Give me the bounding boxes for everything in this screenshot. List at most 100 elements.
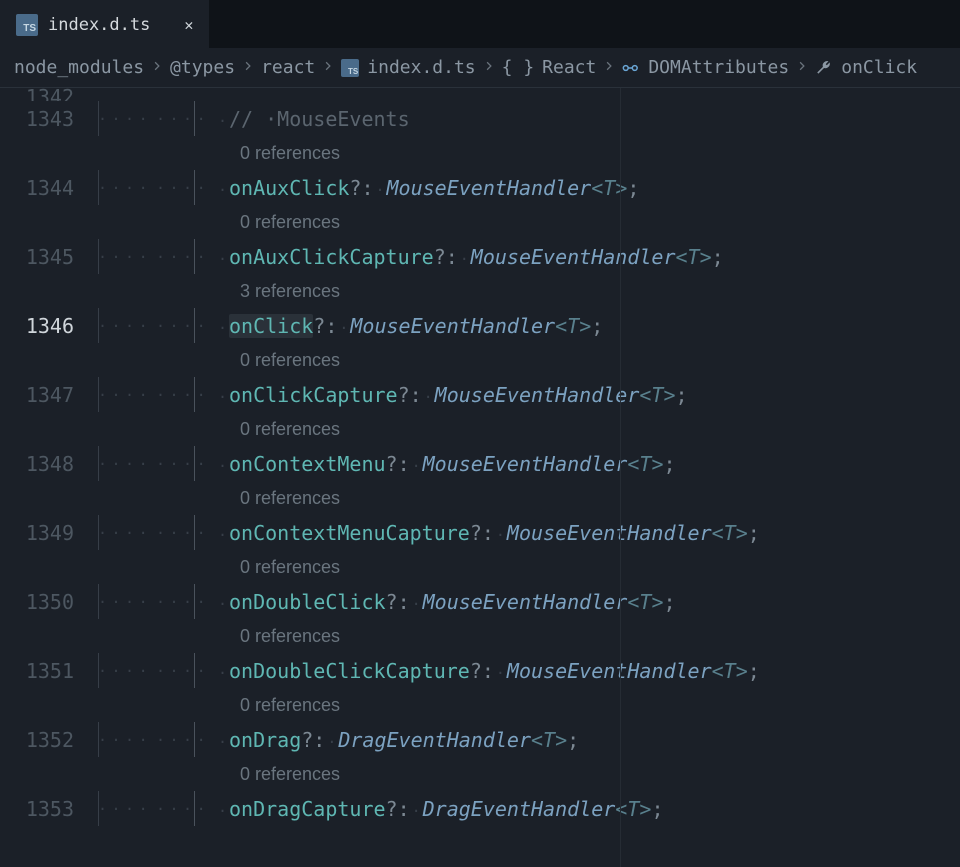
- type-name: MouseEventHandler: [350, 314, 555, 338]
- property-name: onClickCapture: [229, 383, 398, 407]
- code-line[interactable]: 1344·········onAuxClick?: ·MouseEventHan…: [0, 170, 960, 205]
- codelens-references[interactable]: 0 references: [0, 757, 960, 791]
- indent-guides: ········: [98, 584, 216, 619]
- breadcrumb-item[interactable]: node_modules: [14, 57, 144, 78]
- codelens-references[interactable]: 0 references: [0, 619, 960, 653]
- type-name: MouseEventHandler: [471, 245, 676, 269]
- indent-guides: ········: [98, 722, 216, 757]
- breadcrumb: node_modules @types react TS index.d.ts { } Re…: [0, 48, 960, 88]
- indent-guides: ········: [98, 377, 216, 412]
- braces-icon: { }: [502, 57, 535, 78]
- property-name: onAuxClick: [229, 176, 349, 200]
- type-name: MouseEventHandler: [423, 452, 628, 476]
- type-name: MouseEventHandler: [507, 521, 712, 545]
- code-content: ·// ·MouseEvents: [216, 107, 410, 131]
- code-line[interactable]: 1349·········onContextMenuCapture?: ·Mou…: [0, 515, 960, 550]
- line-number: 1344: [0, 176, 98, 200]
- codelens-references[interactable]: 3 references: [0, 274, 960, 308]
- breadcrumb-separator-icon: [243, 60, 253, 75]
- breadcrumb-separator-icon: [484, 60, 494, 75]
- codelens-references[interactable]: 0 references: [0, 343, 960, 377]
- indent-guides: ········: [98, 239, 216, 274]
- editor-ruler: [620, 88, 621, 867]
- breadcrumb-separator-icon: [604, 60, 614, 75]
- code-content: ·onDoubleClick?: ·MouseEventHandler<T>;: [216, 590, 676, 614]
- tab-filename: index.d.ts: [48, 15, 150, 35]
- code-content: ·onAuxClickCapture?: ·MouseEventHandler<…: [216, 245, 724, 269]
- code-content: ·onClickCapture?: ·MouseEventHandler<T>;: [216, 383, 688, 407]
- codelens-references[interactable]: 0 references: [0, 412, 960, 446]
- tab-bar: TS index.d.ts ✕: [0, 0, 960, 48]
- code-content: ·onDragCapture?: ·DragEventHandler<T>;: [216, 797, 663, 821]
- code-content: ·onDrag?: ·DragEventHandler<T>;: [216, 728, 579, 752]
- wrench-icon: [815, 59, 833, 77]
- code-content: ·onAuxClick?: ·MouseEventHandler<T>;: [216, 176, 639, 200]
- typescript-icon: TS: [16, 14, 38, 36]
- code-line-partial: 1342: [0, 88, 960, 101]
- code-content: ·onDoubleClickCapture?: ·MouseEventHandl…: [216, 659, 760, 683]
- code-line[interactable]: 1343·········// ·MouseEvents: [0, 101, 960, 136]
- line-number: 1349: [0, 521, 98, 545]
- indent-guides: ········: [98, 515, 216, 550]
- line-number: 1345: [0, 245, 98, 269]
- breadcrumb-separator-icon: [323, 60, 333, 75]
- code-line[interactable]: 1348·········onContextMenu?: ·MouseEvent…: [0, 446, 960, 481]
- property-name: onClick: [229, 314, 313, 338]
- code-content: ·onContextMenuCapture?: ·MouseEventHandl…: [216, 521, 760, 545]
- typescript-icon: TS: [341, 59, 359, 77]
- property-name: onDoubleClickCapture: [229, 659, 470, 683]
- line-number: 1343: [0, 107, 98, 131]
- breadcrumb-item[interactable]: DOMAttributes: [648, 57, 789, 78]
- close-icon[interactable]: ✕: [184, 16, 193, 34]
- line-number: 1348: [0, 452, 98, 476]
- code-content: ·onClick?: ·MouseEventHandler<T>;: [216, 314, 603, 338]
- line-number: 1342: [0, 93, 98, 101]
- breadcrumb-item[interactable]: react: [261, 57, 315, 78]
- code-content: ·onContextMenu?: ·MouseEventHandler<T>;: [216, 452, 676, 476]
- codelens-references[interactable]: 0 references: [0, 550, 960, 584]
- indent-guides: ········: [98, 101, 216, 136]
- line-number: 1352: [0, 728, 98, 752]
- type-name: MouseEventHandler: [507, 659, 712, 683]
- property-name: onDoubleClick: [229, 590, 386, 614]
- type-name: MouseEventHandler: [387, 176, 592, 200]
- breadcrumb-separator-icon: [797, 60, 807, 75]
- breadcrumb-separator-icon: [152, 60, 162, 75]
- property-name: onContextMenuCapture: [229, 521, 470, 545]
- line-number: 1351: [0, 659, 98, 683]
- indent-guides: ········: [98, 308, 216, 343]
- line-number: 1350: [0, 590, 98, 614]
- tab-active[interactable]: TS index.d.ts ✕: [0, 0, 209, 48]
- line-number: 1347: [0, 383, 98, 407]
- interface-icon: [622, 59, 640, 77]
- indent-guides: ········: [98, 446, 216, 481]
- type-name: DragEventHandler: [423, 797, 616, 821]
- line-number: 1346: [0, 314, 98, 338]
- codelens-references[interactable]: 0 references: [0, 688, 960, 722]
- property-name: onContextMenu: [229, 452, 386, 476]
- code-line[interactable]: 1347·········onClickCapture?: ·MouseEven…: [0, 377, 960, 412]
- indent-guides: ········: [98, 653, 216, 688]
- indent-guides: ········: [98, 791, 216, 826]
- type-name: MouseEventHandler: [435, 383, 640, 407]
- code-line[interactable]: 1345·········onAuxClickCapture?: ·MouseE…: [0, 239, 960, 274]
- code-line[interactable]: 1353·········onDragCapture?: ·DragEventH…: [0, 791, 960, 826]
- code-line[interactable]: 1351·········onDoubleClickCapture?: ·Mou…: [0, 653, 960, 688]
- code-line[interactable]: 1350·········onDoubleClick?: ·MouseEvent…: [0, 584, 960, 619]
- code-line[interactable]: 1346·········onClick?: ·MouseEventHandle…: [0, 308, 960, 343]
- property-name: onDragCapture: [229, 797, 386, 821]
- codelens-references[interactable]: 0 references: [0, 481, 960, 515]
- editor-area[interactable]: 13421343·········// ·MouseEvents0 refere…: [0, 88, 960, 867]
- breadcrumb-item[interactable]: onClick: [841, 57, 917, 78]
- breadcrumb-item[interactable]: React: [542, 57, 596, 78]
- type-name: MouseEventHandler: [423, 590, 628, 614]
- codelens-references[interactable]: 0 references: [0, 136, 960, 170]
- property-name: onDrag: [229, 728, 301, 752]
- breadcrumb-item[interactable]: index.d.ts: [367, 57, 475, 78]
- code-line[interactable]: 1352·········onDrag?: ·DragEventHandler<…: [0, 722, 960, 757]
- line-number: 1353: [0, 797, 98, 821]
- type-name: DragEventHandler: [338, 728, 531, 752]
- codelens-references[interactable]: 0 references: [0, 205, 960, 239]
- property-name: onAuxClickCapture: [229, 245, 434, 269]
- breadcrumb-item[interactable]: @types: [170, 57, 235, 78]
